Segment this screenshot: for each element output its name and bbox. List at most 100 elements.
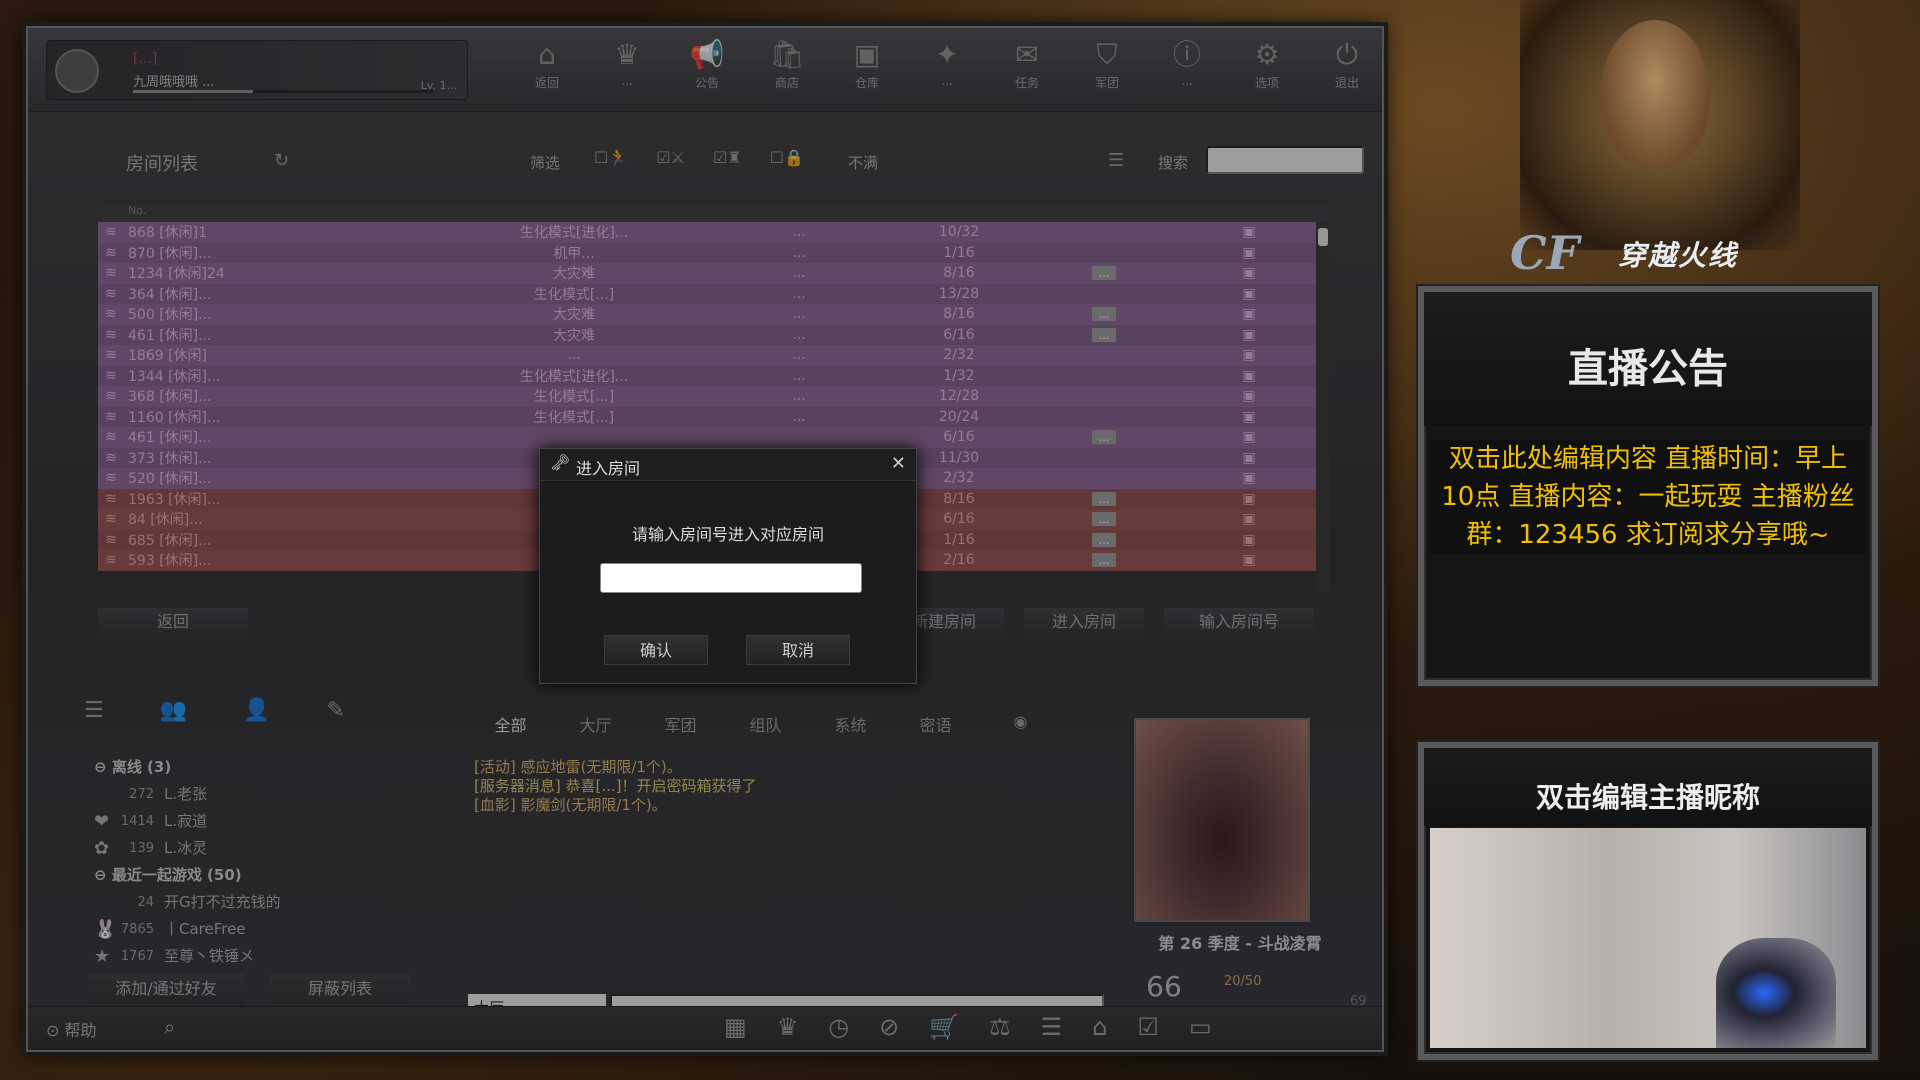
calendar-icon[interactable]: ▦ [724, 1013, 747, 1041]
chat-tab[interactable]: 密语 [893, 712, 978, 736]
nav-crown[interactable]: ♛... [598, 36, 656, 91]
wifi-icon: ≋ [105, 367, 117, 384]
table-row[interactable]: ≋ 1234 [休闲]24 大灾难... 8/16... ▣ [98, 263, 1330, 284]
table-row[interactable]: ≋ 868 [休闲]1 生化模式[进化]...... 10/32 ▣ [98, 222, 1330, 243]
room-mode: 生化模式[进化]... [519, 368, 629, 385]
room-number-input[interactable] [600, 563, 862, 593]
friend-group[interactable]: ⊖ 最近一起游戏 (50) [94, 862, 414, 889]
table-row[interactable]: ≋ 368 [休闲]... 生化模式[...]... 12/28 ▣ [98, 386, 1330, 407]
room-players: 20/24 [938, 408, 980, 425]
nav-label: 商店 [774, 76, 799, 90]
nav-settings[interactable]: ⚙ 选项 [1238, 36, 1296, 91]
room-map: ... [792, 388, 806, 405]
settings-icon: ⚙ [1254, 38, 1280, 71]
wifi-icon: ≋ [105, 470, 117, 487]
chat-tab[interactable]: 系统 [808, 712, 893, 736]
close-icon[interactable]: ✕ [891, 453, 906, 474]
add-friend-button[interactable]: 添加/通过好友 [88, 974, 244, 1004]
home-icon: ⌂ [538, 38, 556, 71]
table-row[interactable]: ≋ 461 [休闲]... 6/16... ▣ [98, 427, 1330, 448]
blueprint-icon: ✦ [935, 38, 959, 71]
cart-icon[interactable]: 🛒 [929, 1013, 959, 1041]
stream-notice-panel[interactable]: 直播公告 双击此处编辑内容 直播时间：早上10点 直播内容：一起玩耍 主播粉丝群… [1418, 286, 1878, 686]
filter-lock-icon[interactable]: ☐🔒 [770, 148, 804, 167]
chat-tab[interactable]: 组队 [723, 712, 808, 736]
block-list-button[interactable]: 屏蔽列表 [270, 974, 410, 1004]
confirm-button[interactable]: 确认 [604, 635, 708, 665]
enter-room-number-button[interactable]: 输入房间号 [1164, 608, 1314, 636]
card-icon[interactable]: ▭ [1189, 1013, 1212, 1041]
room-name: 1344 [休闲]... [128, 368, 221, 385]
chat-tabs: 全部 大厅 军团 组队 系统 密语 ◉ [468, 712, 1063, 736]
cancel-button[interactable]: 取消 [746, 635, 850, 665]
nav-clan-shield[interactable]: ⛉ 军团 [1078, 36, 1136, 91]
nav-alert[interactable]: ⓘ... [1158, 36, 1216, 91]
list-item[interactable]: 24 开G打不过充钱的 [94, 889, 414, 916]
list-icon[interactable]: ☰ [1041, 1013, 1063, 1041]
friend-search-icon[interactable]: ☰ [84, 698, 104, 723]
profile-card[interactable]: [...] 九周哦哦哦 ... Lv. 1... [46, 40, 468, 100]
table-row[interactable]: ≋ 1344 [休闲]... 生化模式[进化]...... 1/32 ▣ [98, 365, 1330, 386]
edit-icon[interactable]: ✎ [327, 698, 345, 723]
room-map: ... [792, 224, 806, 241]
room-search-input[interactable] [1206, 146, 1364, 174]
friends-icon[interactable]: 👤 [243, 698, 270, 723]
crown-w-icon[interactable]: ♛ [777, 1013, 799, 1041]
clock-icon[interactable]: ◷ [828, 1013, 849, 1041]
room-flag-icon: ▣ [1242, 306, 1256, 323]
help-button[interactable]: ⊙ 帮助 [46, 1017, 97, 1041]
filter-team-icon[interactable]: ☑♜ [713, 148, 742, 167]
room-table-header: No. [98, 204, 1330, 222]
room-mode: 机甲... [553, 245, 595, 262]
compass-icon[interactable]: ⊘ [879, 1013, 899, 1041]
list-item[interactable]: ❤ 1414 L.寂道 [94, 808, 414, 835]
table-row[interactable]: ≋ 461 [休闲]... 大灾难... 6/16... ▣ [98, 324, 1330, 345]
nav-power[interactable]: ⏻ 退出 [1318, 36, 1376, 91]
chat-panel: 全部 大厅 军团 组队 系统 密语 ◉ [活动] 感应地雷(无期限/1个)。 [服务器消息] … [468, 700, 1104, 1030]
checklist-icon[interactable]: ☑ [1137, 1013, 1159, 1041]
nav-home[interactable]: ⌂ 返回 [518, 36, 576, 91]
season-image[interactable] [1134, 718, 1310, 922]
back-button[interactable]: 返回 [98, 608, 248, 636]
nav-warehouse[interactable]: ▣ 仓库 [838, 36, 896, 91]
nav-task[interactable]: ✉ 任务 [998, 36, 1056, 91]
table-row[interactable]: ≋ 1869 [休闲]...... 2/32 ▣ [98, 345, 1330, 366]
room-flag-icon: ▣ [1242, 244, 1256, 261]
house-icon[interactable]: ⌂ [1092, 1013, 1107, 1041]
filter-weapon-icon[interactable]: ☑⚔ [656, 148, 685, 167]
room-status: ... [994, 327, 1214, 343]
enter-room-button[interactable]: 进入房间 [1024, 608, 1144, 636]
season-panel: 第 26 季度 - 斗战凌霄 [1122, 718, 1384, 953]
chat-tab[interactable]: 大厅 [553, 712, 638, 736]
list-item[interactable]: ✿ 139 L.冰灵 [94, 835, 414, 862]
chat-tab[interactable]: 全部 [468, 712, 553, 736]
sort-icon[interactable]: ☰ [1108, 150, 1124, 171]
room-scrollbar[interactable] [1316, 222, 1330, 592]
list-item[interactable]: ★ 1767 至尊丶铁锤メ [94, 943, 414, 970]
table-row[interactable]: ≋ 870 [休闲]... 机甲...... 1/16 ▣ [98, 242, 1330, 263]
table-row[interactable]: ≋ 364 [休闲]... 生化模式[...]... 13/28 ▣ [98, 283, 1330, 304]
clan-shield-icon: ⛉ [1096, 38, 1118, 71]
nav-megaphone[interactable]: 📢 公告 [678, 36, 736, 91]
search-icon[interactable]: ⌕ [164, 1015, 175, 1039]
avatar [55, 49, 99, 93]
wifi-icon: ≋ [105, 552, 117, 569]
table-row[interactable]: ≋ 500 [休闲]... 大灾难... 8/16... ▣ [98, 304, 1330, 325]
notice-body[interactable]: 双击此处编辑内容 直播时间：早上10点 直播内容：一起玩耍 主播粉丝群：1234… [1430, 440, 1866, 554]
scale-icon[interactable]: ⚖ [989, 1013, 1011, 1041]
eye-icon[interactable]: ◉ [978, 712, 1063, 736]
table-row[interactable]: ≋ 1160 [休闲]... 生化模式[...]... 20/24 ▣ [98, 406, 1330, 427]
friend-group[interactable]: ⊖ 离线 (3) [94, 754, 414, 781]
nav-blueprint[interactable]: ✦... [918, 36, 976, 91]
refresh-icon[interactable]: ↻ [274, 150, 289, 171]
nav-shop[interactable]: 🛍 商店 [758, 36, 816, 91]
filter-runner-icon[interactable]: ☐🏃 [594, 148, 628, 167]
list-item[interactable]: 272 L.老张 [94, 781, 414, 808]
webcam-view [1430, 828, 1866, 1048]
chat-tab[interactable]: 军团 [638, 712, 723, 736]
group-icon[interactable]: 👥 [160, 698, 187, 723]
not-full-filter[interactable]: 不满 [848, 152, 878, 173]
streamer-nickname[interactable]: 双击编辑主播昵称 [1424, 776, 1872, 816]
list-item[interactable]: 🐰 7865 丨CareFree [94, 916, 414, 943]
nav-label: 退出 [1334, 76, 1359, 90]
